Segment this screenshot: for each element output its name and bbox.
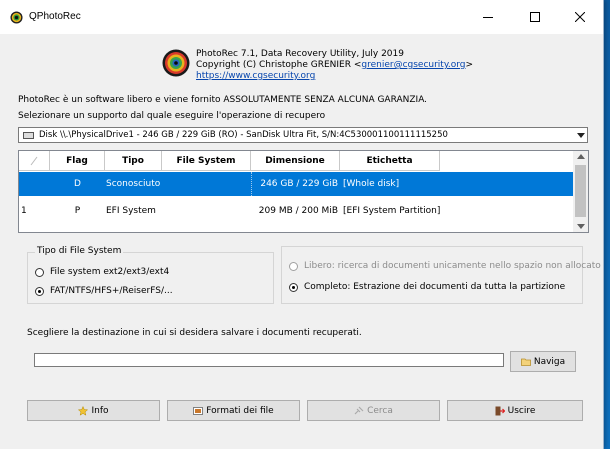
photorec-logo-icon (162, 49, 190, 77)
scroll-thumb[interactable] (575, 165, 586, 217)
search-label: Cerca (367, 405, 393, 416)
column-header-number[interactable] (19, 151, 50, 171)
radio-ext-filesystem[interactable]: File system ext2/ext3/ext4 (35, 267, 169, 277)
row-filesystem (162, 172, 251, 196)
column-header-filesystem[interactable]: File System (162, 151, 251, 171)
table-row[interactable]: 1 P EFI System 209 MB / 200 MiB [EFI Sys… (19, 199, 573, 223)
radio-whole-label: Completo: Estrazione dei documenti da tu… (304, 282, 566, 292)
row-label: [EFI System Partition] (343, 206, 441, 216)
email-link[interactable]: grenier@cgsecurity.org (361, 60, 465, 70)
disk-select[interactable]: Disk \\.\PhysicalDrive1 - 246 GB / 229 G… (18, 127, 588, 143)
scroll-down-icon[interactable] (577, 224, 585, 229)
close-button[interactable] (557, 0, 603, 34)
close-icon (575, 12, 585, 22)
disclaimer-text: PhotoRec è un software libero e viene fo… (18, 95, 428, 105)
row-size: 209 MB / 200 MiB (258, 206, 338, 216)
disk-select-value: Disk \\.\PhysicalDrive1 - 246 GB / 229 G… (39, 130, 448, 140)
chevron-down-icon[interactable] (577, 133, 585, 138)
version-line: PhotoRec 7.1, Data Recovery Utility, Jul… (196, 49, 404, 59)
partition-table[interactable]: Flag Tipo File System Dimensione Etichet… (18, 150, 589, 233)
star-icon (78, 405, 89, 416)
row-flag: P (74, 206, 81, 216)
radio-free-label: Libero: ricerca di documenti unicamente … (304, 261, 601, 271)
filesystem-type-group: Tipo di File System File system ext2/ext… (27, 246, 274, 304)
title-bar[interactable]: QPhotoRec (0, 0, 603, 34)
browse-button[interactable]: Naviga (510, 351, 576, 372)
radio-fat-filesystem[interactable]: FAT/NTFS/HFS+/ReiserFS/... (35, 286, 173, 296)
radio-off-icon (35, 267, 44, 277)
radio-free-space[interactable]: Libero: ricerca di documenti unicamente … (289, 261, 601, 271)
search-button[interactable]: Cerca (307, 400, 440, 421)
copyright-line: Copyright (C) Christophe GRENIER <grenie… (196, 60, 473, 71)
row-filesystem (162, 199, 251, 223)
folder-icon (520, 358, 531, 366)
website-link[interactable]: https://www.cgsecurity.org (196, 71, 473, 82)
destination-path-input[interactable] (34, 353, 504, 367)
scroll-up-icon[interactable] (577, 154, 585, 159)
about-text: PhotoRec 7.1, Data Recovery Utility, Jul… (196, 49, 473, 82)
browse-label: Naviga (533, 356, 566, 367)
minimize-icon (483, 17, 493, 18)
quit-button[interactable]: Uscire (447, 400, 583, 421)
filesystem-type-title: Tipo di File System (35, 246, 124, 256)
photorec-app-icon (10, 11, 23, 24)
file-formats-button[interactable]: Formati dei file (167, 400, 300, 421)
radio-fat-label: FAT/NTFS/HFS+/ReiserFS/... (50, 286, 173, 296)
maximize-button[interactable] (512, 0, 558, 34)
select-disk-prompt: Selezionare un supporto dal quale esegui… (18, 111, 326, 121)
disk-drive-icon (23, 132, 34, 139)
radio-ext-label: File system ext2/ext3/ext4 (50, 267, 170, 277)
column-header-size[interactable]: Dimensione (251, 151, 340, 171)
info-button[interactable]: Info (27, 400, 160, 421)
row-type: Sconosciuto (106, 179, 161, 189)
file-formats-label: Formati dei file (206, 405, 274, 416)
copyright-prefix: Copyright (C) Christophe GRENIER < (196, 60, 362, 70)
header-separator-icon (30, 156, 38, 165)
search-icon (354, 406, 364, 414)
row-number: 1 (21, 206, 27, 216)
row-label: [Whole disk] (343, 179, 400, 189)
file-formats-icon (193, 406, 204, 415)
row-flag: D (74, 179, 81, 189)
row-type: EFI System (106, 206, 156, 216)
copyright-suffix: > (465, 60, 474, 70)
radio-on-icon (35, 286, 44, 296)
table-row[interactable]: D Sconosciuto 246 GB / 229 GiB [Whole di… (19, 172, 573, 196)
table-scrollbar[interactable] (573, 151, 588, 232)
quit-label: Uscire (507, 405, 536, 416)
column-header-label[interactable]: Etichetta (340, 151, 440, 171)
row-size: 246 GB / 229 GiB (251, 172, 340, 196)
destination-prompt: Scegliere la destinazione in cui si desi… (27, 328, 362, 338)
minimize-button[interactable] (465, 0, 511, 34)
qphotorec-window: QPhotoRec PhotoRec 7.1, Data Recovery Ut… (0, 0, 604, 449)
radio-on-icon (289, 282, 298, 292)
radio-whole-partition[interactable]: Completo: Estrazione dei documenti da tu… (289, 282, 565, 292)
maximize-icon (530, 12, 540, 22)
info-label: Info (91, 405, 109, 416)
row-number (21, 172, 50, 196)
window-title: QPhotoRec (29, 11, 81, 22)
exit-icon (495, 406, 505, 415)
column-header-type[interactable]: Tipo (105, 151, 162, 171)
radio-off-icon (289, 261, 298, 271)
search-scope-group: Libero: ricerca di documenti unicamente … (281, 246, 601, 304)
column-header-flag[interactable]: Flag (50, 151, 105, 171)
